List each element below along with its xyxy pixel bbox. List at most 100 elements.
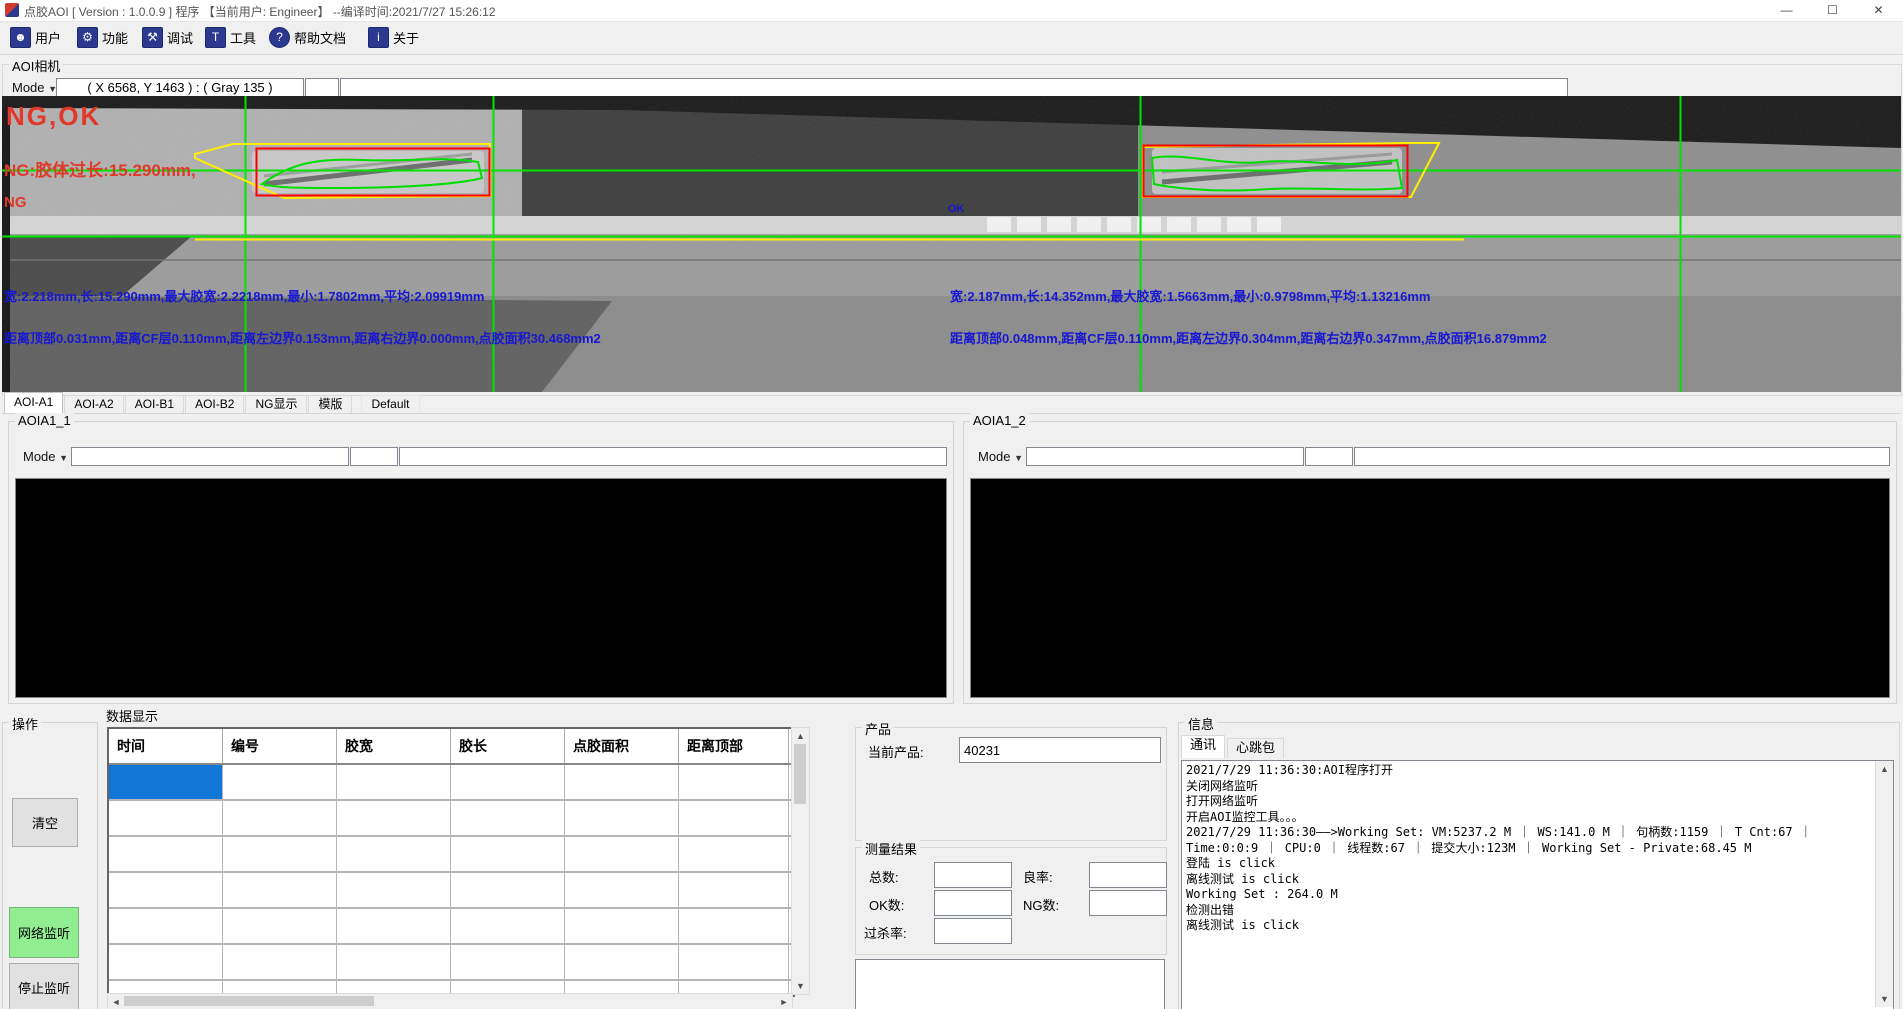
aoia1-2-mode-dropdown[interactable]: Mode ▼ [974, 448, 1027, 465]
aoia1-1-mode-dropdown[interactable]: Mode ▼ [19, 448, 72, 465]
table-cell[interactable] [451, 873, 565, 907]
tab-heartbeat[interactable]: 心跳包 [1227, 738, 1284, 758]
table-cell[interactable] [451, 909, 565, 943]
toolbar-button-user[interactable]: ☻ 用户 [6, 25, 65, 49]
table-cell[interactable] [679, 909, 789, 943]
table-cell[interactable] [565, 873, 679, 907]
close-button[interactable]: ✕ [1856, 0, 1901, 21]
selected-table-cell[interactable] [109, 765, 223, 799]
toolbar-label: 工具 [230, 28, 256, 47]
ok-count-label: OK数: [869, 895, 904, 914]
overkill-rate-label: 过杀率: [864, 923, 907, 942]
table-cell[interactable] [565, 945, 679, 979]
table-cell[interactable] [565, 909, 679, 943]
scrollbar-thumb[interactable] [124, 996, 374, 1006]
total-count-value [934, 862, 1012, 888]
current-product-field[interactable] [959, 737, 1161, 763]
table-cell[interactable] [223, 801, 337, 835]
camera-mode-dropdown[interactable]: Mode ▼ [8, 79, 61, 96]
col-header-time[interactable]: 时间 [109, 729, 223, 763]
toolbar-button-help[interactable]: ? 帮助文档 [265, 25, 350, 49]
tab-communication[interactable]: 通讯 [1181, 735, 1225, 758]
help-icon: ? [269, 27, 290, 48]
col-header-distance-top[interactable]: 距离顶部 [679, 729, 789, 763]
maximize-button[interactable]: ☐ [1810, 0, 1855, 21]
toolbar-button-tools[interactable]: T 工具 [201, 25, 260, 49]
log-vertical-scrollbar[interactable]: ▲ ▼ [1875, 761, 1893, 1007]
table-cell[interactable] [109, 945, 223, 979]
col-header-glue-width[interactable]: 胶宽 [337, 729, 451, 763]
table-row[interactable] [109, 765, 793, 801]
table-cell[interactable] [223, 909, 337, 943]
table-cell[interactable] [109, 801, 223, 835]
table-cell[interactable] [565, 765, 679, 799]
table-cell[interactable] [565, 837, 679, 871]
network-listen-button[interactable]: 网络监听 [9, 907, 79, 958]
table-cell[interactable] [223, 765, 337, 799]
clear-button[interactable]: 清空 [12, 798, 78, 847]
table-cell[interactable] [337, 837, 451, 871]
aoia1-1-image-view[interactable] [15, 478, 947, 698]
tab-ng-display[interactable]: NG显示 [245, 395, 307, 414]
tab-aoi-a2[interactable]: AOI-A2 [64, 395, 123, 414]
scroll-up-icon[interactable]: ▲ [792, 731, 809, 741]
table-cell[interactable] [337, 873, 451, 907]
scrollbar-thumb[interactable] [794, 744, 806, 804]
table-cell[interactable] [679, 945, 789, 979]
table-horizontal-scrollbar[interactable]: ◄ ► [107, 993, 793, 1009]
scroll-up-icon[interactable]: ▲ [1876, 764, 1893, 774]
table-cell[interactable] [109, 909, 223, 943]
camera-image-view[interactable]: NG,OK NG:胶体过长:15.290mm, NG OK 宽:2.218mm,… [2, 96, 1901, 392]
ng-flag-text: NG [4, 194, 27, 211]
table-cell[interactable] [679, 873, 789, 907]
table-row[interactable] [109, 909, 793, 945]
measurement-result-label: 测量结果 [862, 839, 920, 858]
scroll-down-icon[interactable]: ▼ [1876, 994, 1893, 1004]
toolbar-button-function[interactable]: ⚙ 功能 [73, 25, 132, 49]
tab-aoi-b2[interactable]: AOI-B2 [185, 395, 244, 414]
table-row[interactable] [109, 837, 793, 873]
table-cell[interactable] [223, 873, 337, 907]
table-cell[interactable] [451, 945, 565, 979]
table-cell[interactable] [337, 945, 451, 979]
table-cell[interactable] [451, 837, 565, 871]
table-cell[interactable] [679, 837, 789, 871]
table-vertical-scrollbar[interactable]: ▲ ▼ [791, 727, 810, 995]
chevron-down-icon: ▼ [59, 453, 68, 463]
tab-default[interactable]: Default [361, 395, 419, 414]
table-cell[interactable] [451, 801, 565, 835]
table-cell[interactable] [223, 837, 337, 871]
toolbar-button-about[interactable]: i 关于 [364, 25, 423, 49]
aoia1-1-group: AOIA1_1 Mode ▼ [8, 421, 954, 704]
scroll-down-icon[interactable]: ▼ [792, 981, 809, 991]
overkill-rate-value [934, 918, 1012, 944]
table-cell[interactable] [565, 801, 679, 835]
toolbar-button-debug[interactable]: ⚒ 调试 [138, 25, 197, 49]
table-cell[interactable] [679, 765, 789, 799]
col-header-glue-length[interactable]: 胶长 [451, 729, 565, 763]
scroll-left-icon[interactable]: ◄ [110, 997, 122, 1007]
table-row[interactable] [109, 801, 793, 837]
tab-template[interactable]: 模版 [308, 395, 352, 414]
aoia1-2-status-box [1354, 447, 1890, 466]
table-cell[interactable] [109, 873, 223, 907]
col-header-glue-area[interactable]: 点胶面积 [565, 729, 679, 763]
table-cell[interactable] [337, 765, 451, 799]
table-row[interactable] [109, 945, 793, 981]
table-cell[interactable] [451, 765, 565, 799]
table-cell[interactable] [337, 909, 451, 943]
col-header-id[interactable]: 编号 [223, 729, 337, 763]
stop-listen-button[interactable]: 停止监听 [9, 963, 79, 1009]
tab-aoi-a1[interactable]: AOI-A1 [4, 392, 63, 414]
tab-aoi-b1[interactable]: AOI-B1 [125, 395, 184, 414]
scroll-right-icon[interactable]: ► [778, 997, 790, 1007]
table-row[interactable] [109, 873, 793, 909]
table-cell[interactable] [109, 837, 223, 871]
table-cell[interactable] [337, 801, 451, 835]
table-cell[interactable] [223, 945, 337, 979]
minimize-button[interactable]: — [1764, 0, 1809, 21]
window-title: 点胶AOI [ Version : 1.0.0.9 ] 程序 【当前用户: En… [24, 3, 496, 20]
communication-log[interactable]: 2021/7/29 11:36:30:AOI程序打开 关闭网络监听 打开网络监听… [1181, 760, 1894, 1009]
aoia1-2-image-view[interactable] [970, 478, 1890, 698]
table-cell[interactable] [679, 801, 789, 835]
